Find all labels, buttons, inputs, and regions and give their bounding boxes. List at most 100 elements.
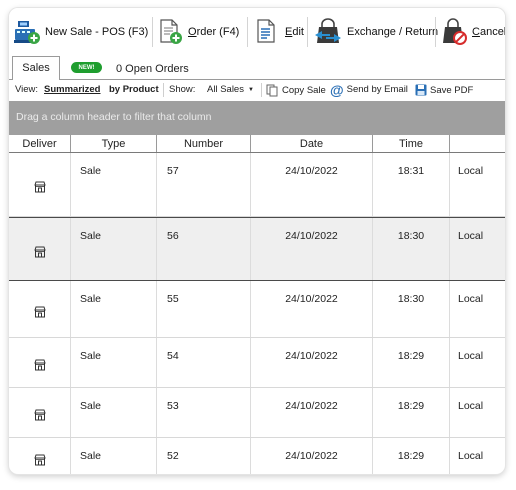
cell-type-value: Sale: [80, 293, 102, 305]
column-header-deliver[interactable]: Deliver: [9, 135, 71, 152]
cell-type-value: Sale: [80, 450, 102, 462]
send-email-label: Send by Email: [346, 84, 408, 95]
view-summarized-option[interactable]: Summarized: [44, 84, 101, 95]
cell-type: Sale: [71, 438, 157, 474]
cell-number-value: 57: [167, 165, 179, 177]
store-icon[interactable]: [33, 181, 46, 193]
cell-time: 18:29: [373, 338, 450, 387]
cell-type-value: Sale: [80, 400, 102, 412]
table-row[interactable]: Sale 52 24/10/2022 18:29 Local: [9, 438, 505, 474]
cell-time: 18:29: [373, 388, 450, 437]
cell-type: Sale: [71, 218, 157, 280]
store-icon[interactable]: [33, 246, 46, 258]
cell-location: Local: [450, 338, 505, 387]
cell-location-value: Local: [458, 450, 484, 462]
cell-time-value: 18:29: [397, 450, 425, 462]
cell-number-value: 53: [167, 400, 179, 412]
cell-number: 55: [157, 281, 251, 337]
cell-time: 18:31: [373, 153, 450, 216]
options-separator: [261, 83, 262, 97]
group-by-hint: Drag a column header to filter that colu…: [16, 111, 212, 123]
view-by-product-option[interactable]: by Product: [109, 84, 159, 95]
cell-location-value: Local: [458, 350, 484, 362]
copy-sale-label: Copy Sale: [282, 85, 326, 96]
tab-sales-label: Sales: [22, 62, 50, 74]
cell-time: 18:30: [373, 281, 450, 337]
cancel-hotkey: C: [472, 26, 480, 38]
toolbar: New Sale - POS (F3) Order (F4) Edit Exch…: [9, 8, 505, 54]
cell-location-value: Local: [458, 400, 484, 412]
group-by-panel[interactable]: Drag a column header to filter that colu…: [9, 101, 505, 135]
store-icon[interactable]: [33, 409, 46, 421]
toolbar-separator: [435, 17, 436, 47]
exchange-bag-icon: [315, 18, 341, 43]
table-row[interactable]: Sale 57 24/10/2022 18:31 Local: [9, 153, 505, 217]
options-separator: [163, 83, 164, 97]
sales-grid: Deliver Type Number Date Time Sale 57 24/10/20…: [9, 135, 505, 474]
cell-time-value: 18:31: [397, 165, 425, 177]
column-header-time[interactable]: Time: [373, 135, 450, 152]
new-badge: NEW!: [71, 62, 102, 73]
cell-date-value: 24/10/2022: [285, 165, 338, 177]
edit-button[interactable]: Edit: [253, 15, 304, 49]
order-label: Order (F4): [188, 26, 239, 38]
cell-number: 57: [157, 153, 251, 216]
cell-time: 18:29: [373, 438, 450, 474]
column-header-date[interactable]: Date: [251, 135, 373, 152]
column-header-type[interactable]: Type: [71, 135, 157, 152]
cell-location: Local: [450, 153, 505, 216]
cell-location: Local: [450, 438, 505, 474]
exchange-return-button[interactable]: Exchange / Return: [313, 15, 438, 49]
cell-date-value: 24/10/2022: [285, 350, 338, 362]
table-row[interactable]: Sale 53 24/10/2022 18:29 Local: [9, 388, 505, 438]
cell-type: Sale: [71, 338, 157, 387]
cell-number-value: 52: [167, 450, 179, 462]
copy-sale-button[interactable]: Copy Sale: [266, 84, 326, 97]
cell-number-value: 56: [167, 230, 179, 242]
cell-date: 24/10/2022: [251, 438, 373, 474]
store-icon[interactable]: [33, 306, 46, 318]
cell-time: 18:30: [373, 218, 450, 280]
save-pdf-label: Save PDF: [430, 84, 474, 96]
cell-type-value: Sale: [80, 350, 102, 362]
table-row[interactable]: Sale 54 24/10/2022 18:29 Local: [9, 338, 505, 388]
tab-open-orders[interactable]: 0 Open Orders: [116, 63, 189, 75]
column-header-location[interactable]: [450, 135, 505, 152]
cell-number: 56: [157, 218, 251, 280]
cell-date-value: 24/10/2022: [285, 450, 338, 462]
send-email-button[interactable]: @ Send by Email: [330, 83, 408, 97]
show-dropdown[interactable]: All Sales ▼: [207, 84, 254, 95]
grid-header: Deliver Type Number Date Time: [9, 135, 505, 153]
save-pdf-button[interactable]: Save PDF: [415, 84, 473, 96]
store-icon[interactable]: [33, 359, 46, 371]
cell-date: 24/10/2022: [251, 388, 373, 437]
store-icon[interactable]: [33, 454, 46, 466]
cancel-bag-icon: [443, 18, 467, 45]
table-row[interactable]: Sale 56 24/10/2022 18:30 Local: [9, 217, 505, 281]
view-label: View:: [15, 84, 39, 95]
cell-location: Local: [450, 281, 505, 337]
cell-date: 24/10/2022: [251, 218, 373, 280]
cell-type-value: Sale: [80, 230, 102, 242]
cell-deliver: [9, 218, 71, 280]
order-hotkey: O: [188, 26, 197, 38]
cell-date: 24/10/2022: [251, 153, 373, 216]
sales-window: New Sale - POS (F3) Order (F4) Edit Exch…: [9, 8, 505, 474]
cell-location-value: Local: [458, 165, 484, 177]
cell-time-value: 18:29: [397, 400, 425, 412]
cell-deliver: [9, 338, 71, 387]
cell-type: Sale: [71, 388, 157, 437]
tab-sales[interactable]: Sales: [12, 56, 60, 79]
cell-time-value: 18:30: [397, 293, 425, 305]
cell-location: Local: [450, 218, 505, 280]
new-sale-button[interactable]: New Sale - POS (F3): [13, 15, 148, 49]
cell-location-value: Local: [458, 293, 484, 305]
cell-deliver: [9, 153, 71, 216]
cell-date: 24/10/2022: [251, 338, 373, 387]
column-header-number[interactable]: Number: [157, 135, 251, 152]
order-button[interactable]: Order (F4): [156, 15, 239, 49]
edit-text: dit: [292, 26, 304, 38]
table-row[interactable]: Sale 55 24/10/2022 18:30 Local: [9, 281, 505, 338]
cancel-button[interactable]: Cancel: [440, 15, 505, 49]
cell-time-value: 18:29: [397, 350, 425, 362]
